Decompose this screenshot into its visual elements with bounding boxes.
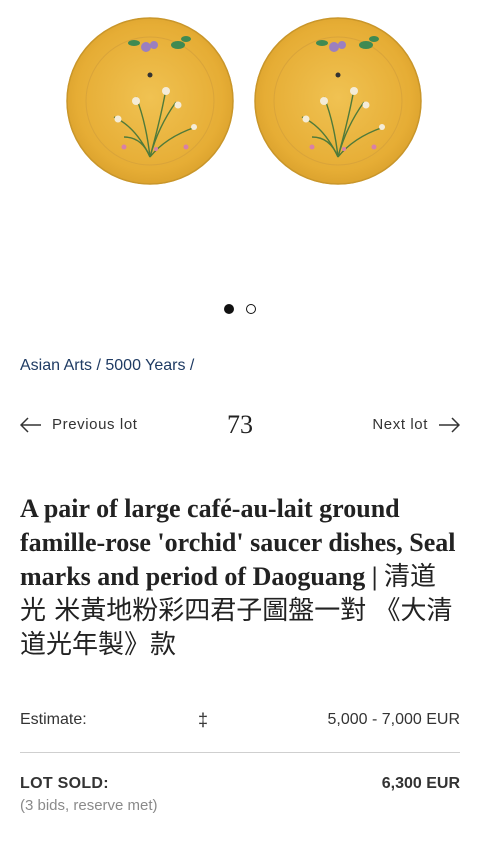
image-gallery[interactable] — [0, 0, 480, 280]
lot-sold-label: LOT SOLD: — [20, 775, 109, 792]
lot-navigation: Previous lot 73 Next lot — [20, 408, 460, 444]
lot-title: A pair of large café-au-lait ground fami… — [20, 492, 460, 662]
dish-image-left — [66, 17, 234, 185]
gallery-dot-inactive[interactable] — [246, 304, 256, 314]
dish-image-right — [254, 17, 422, 185]
estimate-label: Estimate: — [20, 711, 87, 728]
bids-note: (3 bids, reserve met) — [20, 797, 158, 814]
breadcrumb: Asian Arts / 5000 Years / — [20, 357, 194, 375]
sold-price: 6,300 EUR — [381, 775, 460, 792]
double-dagger-icon[interactable]: ‡ — [198, 710, 208, 731]
estimate-row: Estimate: ‡ 5,000 - 7,000 EUR — [20, 710, 460, 733]
divider — [20, 752, 460, 753]
next-lot-button[interactable]: Next lot — [372, 416, 460, 433]
next-lot-label: Next lot — [372, 416, 428, 433]
gallery-pagination — [0, 304, 480, 314]
gallery-dot-active[interactable] — [224, 304, 234, 314]
arrow-right-icon — [439, 416, 460, 433]
estimate-value: 5,000 - 7,000 EUR — [327, 711, 460, 728]
breadcrumb-link[interactable]: Asian Arts / 5000 Years / — [20, 357, 194, 374]
